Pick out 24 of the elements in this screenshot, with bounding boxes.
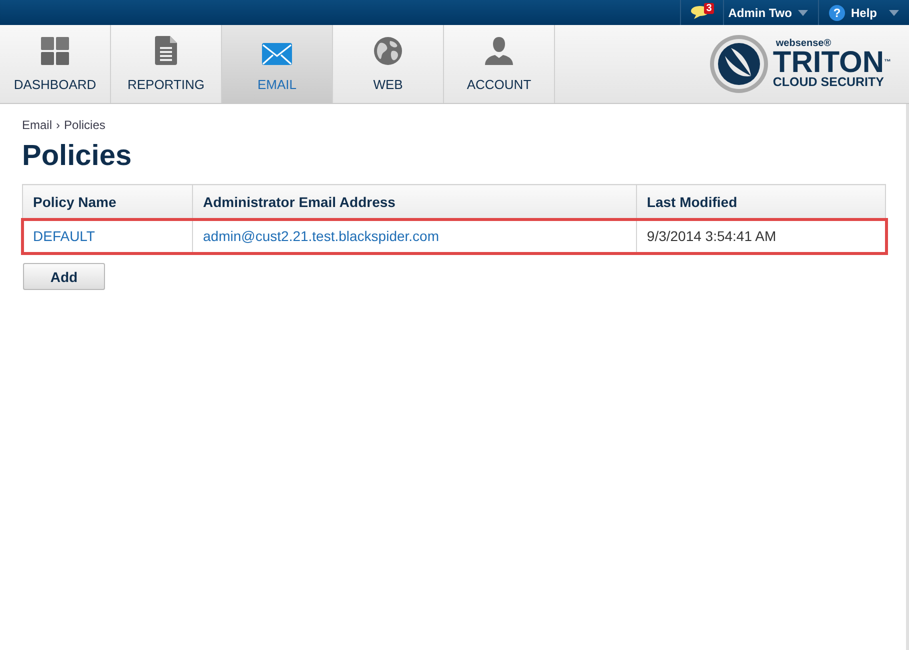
column-header: Administrator Email Address [192, 184, 636, 220]
breadcrumb-separator: › [56, 118, 60, 132]
column-header: Last Modified [636, 184, 886, 220]
column-header: Policy Name [22, 184, 193, 220]
add-button[interactable]: Add [23, 263, 105, 290]
breadcrumb-item[interactable]: Email [22, 118, 52, 132]
help-icon[interactable]: ? [828, 4, 845, 20]
notification-count: 3 [704, 2, 714, 14]
globe-icon [374, 37, 402, 65]
person-icon [485, 37, 513, 65]
caret-icon[interactable] [798, 10, 808, 16]
brand-name: websense® [776, 39, 832, 49]
logo-icon [708, 34, 769, 94]
product-tagline: CLOUD SECURITY [772, 76, 886, 89]
page-title: Policies [22, 140, 133, 173]
grid-icon [41, 37, 69, 65]
envelope-icon [262, 43, 292, 65]
caret-icon[interactable] [889, 10, 899, 16]
user-menu[interactable]: Admin Two [728, 6, 792, 20]
policy-link[interactable]: DEFAULT [33, 228, 95, 244]
breadcrumb-item: Policies [64, 118, 106, 132]
help-link[interactable]: Help [850, 6, 877, 20]
product-name: TRITON$^{™}$ [772, 49, 891, 76]
document-icon [155, 36, 177, 65]
